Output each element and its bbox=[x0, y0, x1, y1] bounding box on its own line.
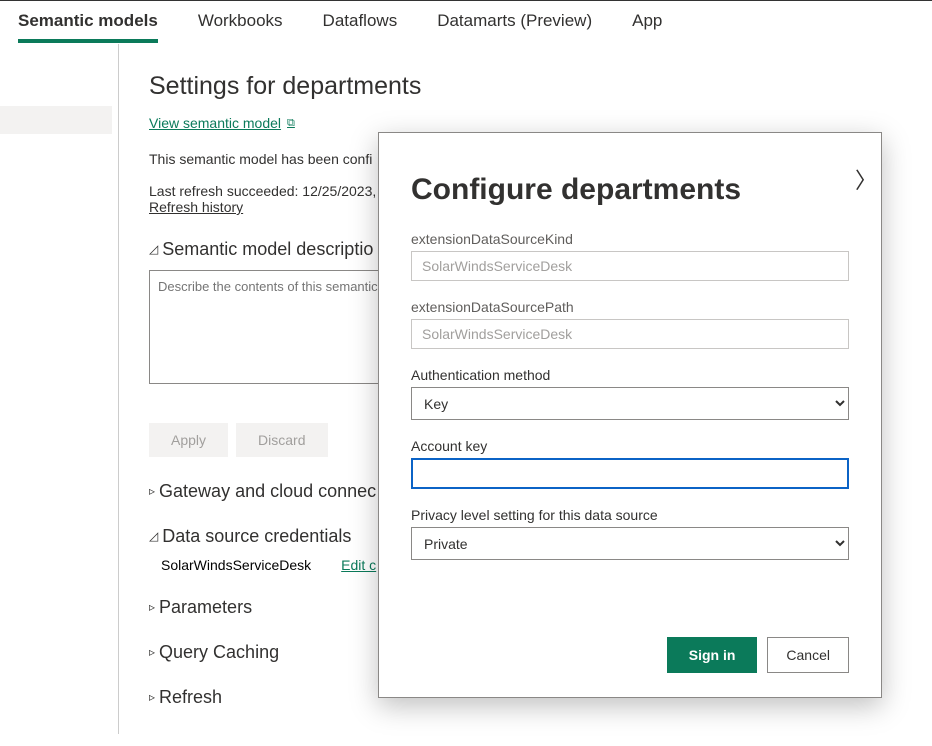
section-refresh-label: Refresh bbox=[159, 687, 222, 708]
refresh-history-link[interactable]: Refresh history bbox=[149, 199, 243, 215]
sidebar bbox=[0, 44, 118, 734]
key-label: Account key bbox=[411, 438, 849, 454]
tab-datamarts[interactable]: Datamarts (Preview) bbox=[437, 11, 592, 43]
account-key-input[interactable] bbox=[411, 458, 849, 489]
view-semantic-model-link[interactable]: View semantic model ⧉ bbox=[149, 115, 295, 131]
section-query-caching-label: Query Caching bbox=[159, 642, 279, 663]
kind-input bbox=[411, 251, 849, 281]
privacy-level-select[interactable]: Private bbox=[411, 527, 849, 560]
close-icon[interactable]: 〉 bbox=[855, 163, 877, 195]
section-parameters-label: Parameters bbox=[159, 597, 252, 618]
sign-in-button[interactable]: Sign in bbox=[667, 637, 758, 673]
dialog-title: Configure departments bbox=[411, 173, 849, 207]
section-gateway-label: Gateway and cloud connec bbox=[159, 481, 376, 502]
path-label: extensionDataSourcePath bbox=[411, 299, 849, 315]
external-link-icon: ⧉ bbox=[287, 117, 295, 130]
section-credentials-label: Data source credentials bbox=[162, 526, 351, 547]
discard-button[interactable]: Discard bbox=[236, 423, 327, 457]
tab-dataflows[interactable]: Dataflows bbox=[323, 11, 398, 43]
tab-semantic-models[interactable]: Semantic models bbox=[18, 11, 158, 43]
datasource-name: SolarWindsServiceDesk bbox=[161, 557, 311, 573]
chevron-collapsed-icon: ▹ bbox=[149, 690, 155, 704]
auth-label: Authentication method bbox=[411, 367, 849, 383]
view-link-label: View semantic model bbox=[149, 115, 281, 131]
chevron-expanded-icon: ◿ bbox=[149, 529, 158, 543]
section-description-label: Semantic model descriptio bbox=[162, 239, 373, 260]
kind-label: extensionDataSourceKind bbox=[411, 231, 849, 247]
tabs-bar: Semantic models Workbooks Dataflows Data… bbox=[0, 1, 932, 44]
cancel-button[interactable]: Cancel bbox=[767, 637, 849, 673]
privacy-label: Privacy level setting for this data sour… bbox=[411, 507, 849, 523]
chevron-expanded-icon: ◿ bbox=[149, 242, 158, 256]
page-title: Settings for departments bbox=[149, 72, 902, 101]
tab-app[interactable]: App bbox=[632, 11, 662, 43]
tab-workbooks[interactable]: Workbooks bbox=[198, 11, 283, 43]
edit-credentials-link[interactable]: Edit c bbox=[341, 557, 376, 573]
last-refresh-text: Last refresh succeeded: 12/25/2023, bbox=[149, 183, 376, 199]
chevron-collapsed-icon: ▹ bbox=[149, 484, 155, 498]
auth-method-select[interactable]: Key bbox=[411, 387, 849, 420]
chevron-collapsed-icon: ▹ bbox=[149, 645, 155, 659]
chevron-collapsed-icon: ▹ bbox=[149, 600, 155, 614]
configure-dialog: 〉 Configure departments extensionDataSou… bbox=[378, 132, 882, 698]
path-input bbox=[411, 319, 849, 349]
sidebar-item-selected[interactable] bbox=[0, 106, 112, 134]
apply-button[interactable]: Apply bbox=[149, 423, 228, 457]
